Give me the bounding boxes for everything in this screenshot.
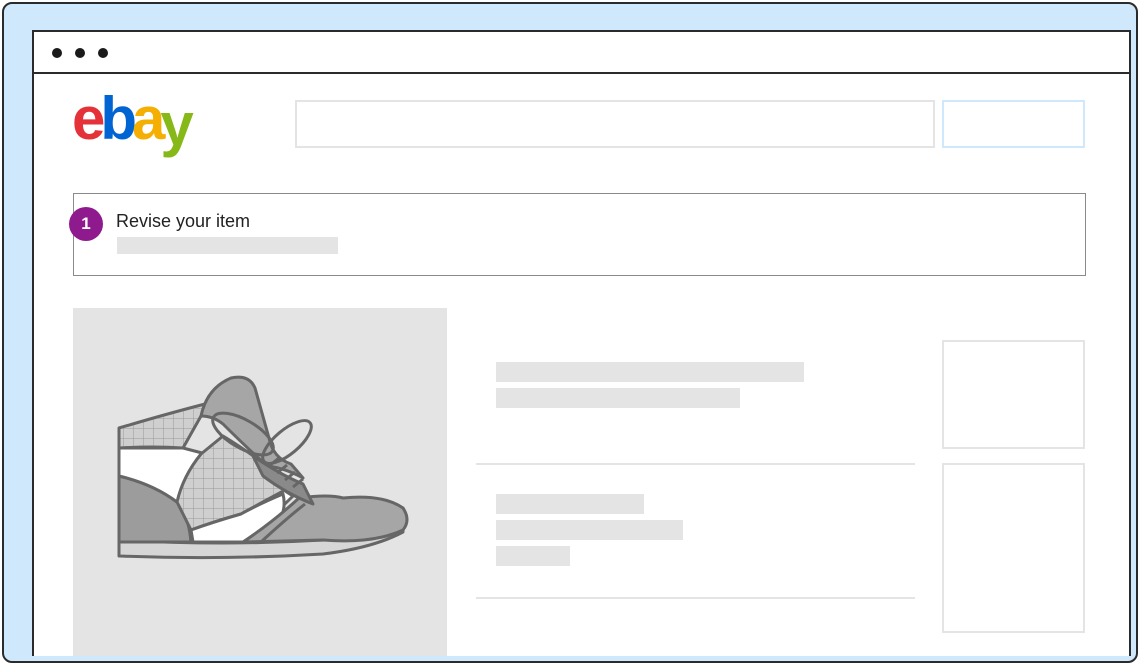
logo-letter-a: a (132, 85, 165, 152)
sneaker-icon (117, 375, 409, 560)
window-control-dot[interactable] (75, 48, 85, 58)
side-panel-box[interactable] (942, 340, 1085, 449)
search-button[interactable] (942, 100, 1085, 148)
title-placeholder (496, 362, 804, 382)
window-control-dot[interactable] (52, 48, 62, 58)
search-input[interactable] (295, 100, 935, 148)
browser-window: ebay 1 Revise your item (32, 30, 1131, 656)
text-placeholder (117, 237, 338, 254)
detail-placeholder (496, 546, 570, 566)
detail-placeholder (496, 494, 644, 514)
listing-image[interactable] (73, 308, 447, 656)
ebay-logo[interactable]: ebay (72, 84, 194, 158)
window-control-dot[interactable] (98, 48, 108, 58)
detail-placeholder (496, 520, 683, 540)
browser-title-bar (34, 32, 1129, 74)
step-label: Revise your item (116, 211, 251, 231)
logo-letter-e: e (72, 85, 105, 152)
section-divider (476, 463, 915, 465)
subtitle-placeholder (496, 388, 740, 408)
revise-item-step[interactable]: 1 Revise your item (69, 193, 1086, 276)
illustration-frame: ebay 1 Revise your item (2, 2, 1138, 663)
side-panel-box[interactable] (942, 463, 1085, 633)
section-divider (476, 597, 915, 599)
step-number-badge: 1 (69, 207, 103, 241)
logo-letter-y: y (160, 91, 193, 158)
logo-letter-b: b (100, 85, 137, 152)
